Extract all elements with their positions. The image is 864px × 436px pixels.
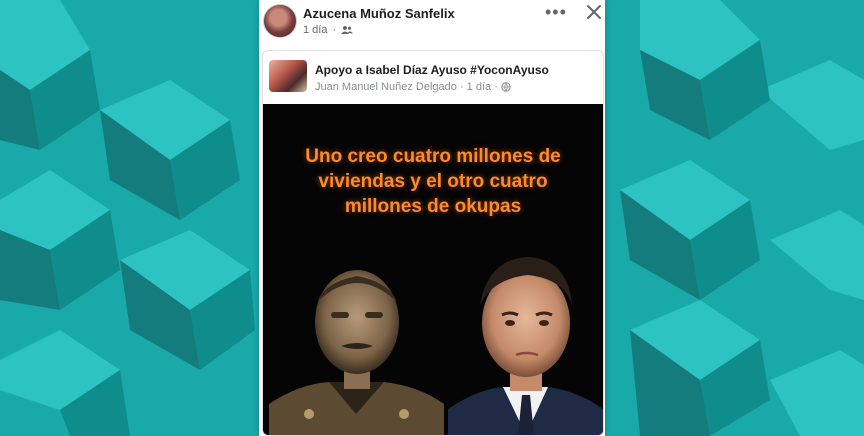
author-name[interactable]: Azucena Muñoz Sanfelix <box>303 6 455 21</box>
shared-time[interactable]: 1 día <box>467 81 491 93</box>
close-icon[interactable] <box>584 2 604 22</box>
left-portrait <box>269 254 444 435</box>
post-header: Azucena Muñoz Sanfelix 1 día · ••• <box>259 0 605 48</box>
shared-separator-2: · <box>494 81 498 93</box>
shared-separator: · <box>459 81 464 93</box>
globe-icon <box>501 82 511 92</box>
headline-line: viviendas y el otro cuatro <box>318 171 548 192</box>
post-time[interactable]: 1 día <box>303 24 327 36</box>
shared-post[interactable]: Apoyo a Isabel Díaz Ayuso #YoconAyuso Ju… <box>262 50 604 436</box>
shared-meta: Juan Manuel Nuñez Delgado · 1 día · <box>315 81 511 93</box>
author-avatar[interactable] <box>263 4 297 38</box>
headline-line: Uno creo cuatro millones de <box>305 146 561 167</box>
shared-post-header: Apoyo a Isabel Díaz Ayuso #YoconAyuso Ju… <box>263 51 603 103</box>
meta-separator: · <box>332 24 337 36</box>
shared-poster-name[interactable]: Juan Manuel Nuñez Delgado <box>315 81 457 93</box>
group-name[interactable]: Apoyo a Isabel Díaz Ayuso #YoconAyuso <box>315 63 549 77</box>
right-portrait <box>448 239 603 435</box>
more-options-icon[interactable]: ••• <box>545 2 567 22</box>
post-image[interactable]: Uno creo cuatro millones de viviendas y … <box>263 104 603 435</box>
post-meta: 1 día · <box>303 24 354 36</box>
facebook-post-card: Azucena Muñoz Sanfelix 1 día · ••• Apoyo… <box>259 0 605 436</box>
image-headline: Uno creo cuatro millones de viviendas y … <box>263 144 603 219</box>
friends-icon <box>341 26 354 35</box>
headline-line: millones de okupas <box>344 196 522 217</box>
group-thumbnail[interactable] <box>269 60 307 92</box>
